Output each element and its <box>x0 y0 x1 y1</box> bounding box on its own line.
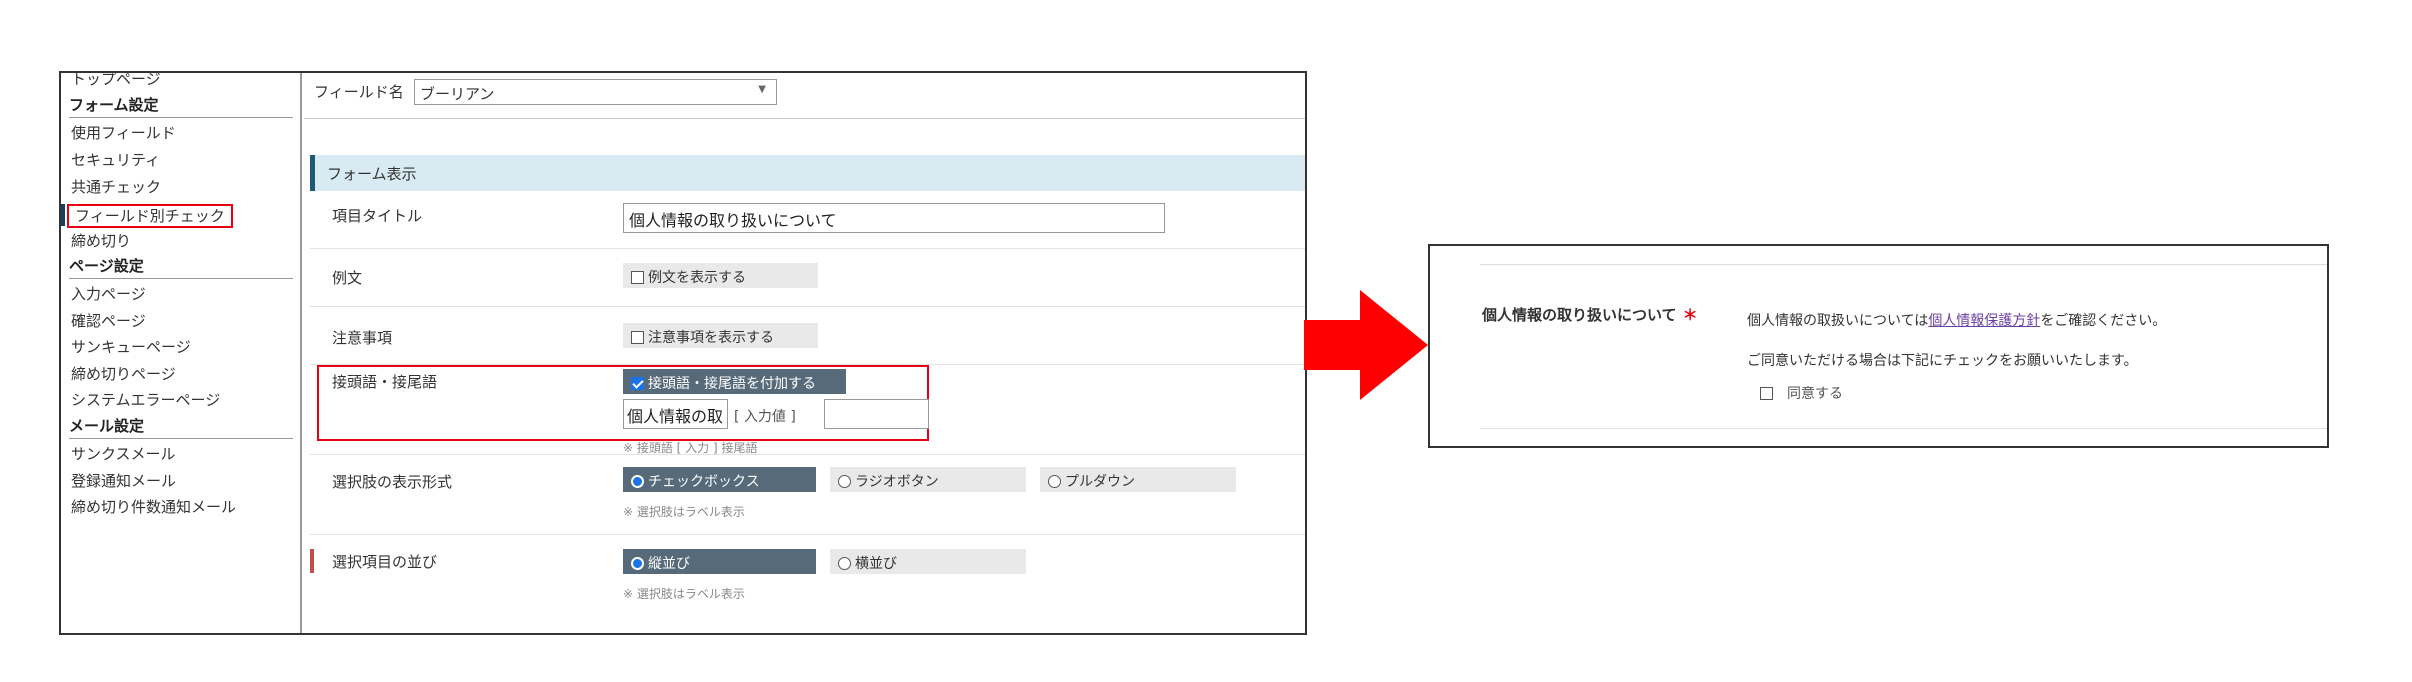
sidebar-item-deadline[interactable]: 締め切り <box>71 231 131 251</box>
stage: トップページ フォーム設定 使用フィールド セキュリティ 共通チェック フィール… <box>0 0 2412 682</box>
checkbox-icon <box>631 271 644 284</box>
field-name-select[interactable]: ブーリアン ▼ <box>414 79 777 105</box>
affix-prefix-input[interactable]: 個人情報の取 <box>623 399 728 429</box>
display-format-label: 選択肢の表示形式 <box>332 473 453 491</box>
field-name-row: フィールド名 ブーリアン ▼ <box>304 73 1305 119</box>
example-checkbox-label: 例文を表示する <box>648 270 746 286</box>
sidebar-item-top-page[interactable]: トップページ <box>71 73 161 89</box>
preview-line1-before: 個人情報の取扱いについては <box>1747 313 1929 329</box>
sidebar-heading-mail: メール設定 <box>69 416 293 439</box>
sidebar-item-used-fields[interactable]: 使用フィールド <box>71 123 176 143</box>
section-form-display: フォーム表示 <box>310 155 1305 191</box>
checkbox-icon <box>1760 387 1773 400</box>
option-checkbox-style-label: チェックボックス <box>648 474 760 490</box>
row-affix: 接頭語・接尾語 接頭語・接尾語を付加する 個人情報の取 [ 入力値 ] ※ 接頭… <box>310 365 1305 455</box>
privacy-policy-link[interactable]: 個人情報保護方針 <box>1928 313 2040 329</box>
sidebar: トップページ フォーム設定 使用フィールド セキュリティ 共通チェック フィール… <box>61 73 302 633</box>
affix-label: 接頭語・接尾語 <box>332 373 438 391</box>
preview-title-text: 個人情報の取り扱いについて <box>1482 306 1677 324</box>
option-horizontal-label: 横並び <box>855 556 897 572</box>
section-title: フォーム表示 <box>327 165 417 183</box>
row-accent-marker <box>310 549 314 573</box>
caution-checkbox[interactable]: 注意事項を表示する <box>623 323 818 348</box>
preview-line1: 個人情報の取扱いについては個人情報保護方針をご確認ください。 <box>1747 310 2166 330</box>
required-mark: ＊ <box>1682 306 1698 324</box>
affix-suffix-input[interactable] <box>824 399 929 429</box>
sidebar-active-marker <box>61 204 65 226</box>
sidebar-item-common-check[interactable]: 共通チェック <box>71 177 161 197</box>
option-pulldown-style[interactable]: プルダウン <box>1040 467 1236 492</box>
display-format-note: ※ 選択肢はラベル表示 <box>623 505 745 519</box>
sidebar-item-register-notify-mail[interactable]: 登録通知メール <box>71 471 176 491</box>
admin-settings-screen: トップページ フォーム設定 使用フィールド セキュリティ 共通チェック フィール… <box>59 71 1307 635</box>
radio-icon <box>1048 475 1061 488</box>
option-vertical[interactable]: 縦並び <box>623 549 816 574</box>
item-title-label: 項目タイトル <box>332 207 423 225</box>
order-label: 選択項目の並び <box>332 553 438 571</box>
checkbox-icon <box>631 331 644 344</box>
sidebar-item-thanks-mail[interactable]: サンクスメール <box>71 444 176 464</box>
radio-selected-icon <box>631 557 644 570</box>
field-name-label: フィールド名 <box>314 83 404 101</box>
row-item-title: 項目タイトル 個人情報の取り扱いについて <box>310 191 1305 249</box>
affix-checkbox[interactable]: 接頭語・接尾語を付加する <box>623 369 846 394</box>
main-panel: フィールド名 ブーリアン ▼ フォーム表示 項目タイトル 個人情報の取り扱いにつ… <box>304 73 1305 633</box>
example-checkbox[interactable]: 例文を表示する <box>623 263 818 288</box>
sidebar-item-confirm-page[interactable]: 確認ページ <box>71 311 146 331</box>
example-label: 例文 <box>332 269 363 287</box>
caution-checkbox-label: 注意事項を表示する <box>648 330 774 346</box>
row-display-format: 選択肢の表示形式 チェックボックス ラジオボタン プルダウン ※ 選択肢はラベル… <box>310 455 1305 535</box>
sidebar-item-system-error-page[interactable]: システムエラーページ <box>71 390 220 410</box>
radio-icon <box>838 557 851 570</box>
sidebar-item-security[interactable]: セキュリティ <box>71 150 160 170</box>
radio-icon <box>838 475 851 488</box>
sidebar-item-deadline-count-mail[interactable]: 締め切り件数通知メール <box>71 497 236 517</box>
preview-field-title: 個人情報の取り扱いについて ＊ <box>1482 304 1698 325</box>
affix-checkbox-label: 接頭語・接尾語を付加する <box>648 376 816 392</box>
row-example: 例文 例文を表示する <box>310 249 1305 307</box>
option-pulldown-style-label: プルダウン <box>1065 474 1135 490</box>
agree-checkbox-label: 同意する <box>1787 386 1843 402</box>
option-checkbox-style[interactable]: チェックボックス <box>623 467 816 492</box>
row-order: 選択項目の並び 縦並び 横並び ※ 選択肢はラベル表示 <box>310 535 1305 633</box>
preview-line2: ご同意いただける場合は下記にチェックをお願いいたします。 <box>1747 353 2138 369</box>
option-radio-style-label: ラジオボタン <box>855 474 939 490</box>
form-preview: 個人情報の取り扱いについて ＊ 個人情報の取扱いについては個人情報保護方針をご確認… <box>1428 244 2329 448</box>
sidebar-item-deadline-page[interactable]: 締め切りページ <box>71 364 176 384</box>
chevron-down-icon: ▼ <box>758 84 766 95</box>
sidebar-heading-page: ページ設定 <box>69 256 293 279</box>
option-horizontal[interactable]: 横並び <box>830 549 1026 574</box>
caution-label: 注意事項 <box>332 329 393 347</box>
sidebar-item-thankyou-page[interactable]: サンキューページ <box>71 337 191 357</box>
option-vertical-label: 縦並び <box>648 556 690 572</box>
preview-divider-bottom <box>1480 428 2327 429</box>
item-title-input[interactable]: 個人情報の取り扱いについて <box>623 203 1165 233</box>
preview-line1-after: をご確認ください。 <box>2040 313 2167 329</box>
affix-note: ※ 接頭語 [ 入力 ] 接尾語 <box>623 441 758 455</box>
agree-checkbox[interactable]: 同意する <box>1760 383 1843 403</box>
sidebar-heading-form: フォーム設定 <box>69 95 293 118</box>
field-name-value: ブーリアン <box>420 85 495 103</box>
arrow-right-icon <box>1304 290 1428 400</box>
preview-divider-top <box>1480 264 2327 265</box>
order-note: ※ 選択肢はラベル表示 <box>623 587 745 601</box>
row-caution: 注意事項 注意事項を表示する <box>310 307 1305 365</box>
affix-input-placeholder-text: [ 入力値 ] <box>734 409 796 425</box>
sidebar-item-input-page[interactable]: 入力ページ <box>71 284 146 304</box>
radio-selected-icon <box>631 475 644 488</box>
checkbox-checked-icon <box>631 377 644 390</box>
sidebar-item-field-check[interactable]: フィールド別チェック <box>67 204 233 228</box>
option-radio-style[interactable]: ラジオボタン <box>830 467 1026 492</box>
